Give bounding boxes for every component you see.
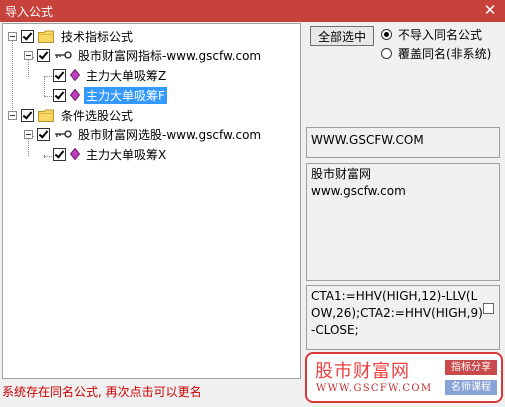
formula-panel: CTA1:=HHV(HIGH,12)-LLV(LOW,26);CTA2:=HHV… <box>306 285 500 350</box>
tree-node-gscfw-indicator[interactable]: 股市财富网指标-www.gscfw.com <box>24 46 263 64</box>
collapse-icon[interactable] <box>24 129 33 139</box>
logo-name: 股市财富网 <box>315 361 410 382</box>
window-title: 导入公式 <box>5 5 54 19</box>
tree-label-stock-selection: 条件选股公式 <box>61 108 134 123</box>
description-panel: 股市财富网 www.gscfw.com <box>306 163 500 281</box>
tree-label-formula-z: 主力大单吸筹Z <box>86 68 167 83</box>
checkbox-formula-z[interactable] <box>53 68 66 82</box>
tree-label-formula-f: 主力大单吸筹F <box>84 86 167 104</box>
description-line-1: 股市财富网 <box>311 167 372 181</box>
formula-tree[interactable]: 技术指标公式 股市财富网指标-www.gscfw.com 主力大单吸筹Z 主力大… <box>2 23 301 379</box>
checkbox-formula-f[interactable] <box>53 88 66 102</box>
formula-icon <box>70 148 80 160</box>
tree-label-tech-indicator: 技术指标公式 <box>61 29 134 44</box>
site-text: WWW.GSCFW.COM <box>311 133 424 147</box>
logo-tag-teacher-course: 名师课程 <box>445 380 497 395</box>
logo-url: WWW.GSCFW.COM <box>316 383 433 394</box>
checkbox-gscfw-selection[interactable] <box>37 127 50 141</box>
formula-checkbox[interactable] <box>483 303 494 314</box>
checkbox-tech-indicator[interactable] <box>21 29 34 43</box>
collapse-icon[interactable] <box>8 110 17 120</box>
formula-icon <box>70 69 80 81</box>
formula-icon <box>70 89 80 101</box>
description-line-2: www.gscfw.com <box>311 184 406 198</box>
key-icon <box>55 130 72 138</box>
key-icon <box>55 51 72 59</box>
checkbox-stock-selection[interactable] <box>21 108 34 122</box>
radio-no-import[interactable]: 不导入同名公式 <box>381 26 482 43</box>
tree-node-formula-f[interactable]: 主力大单吸筹F <box>53 86 167 104</box>
tree-label-gscfw-indicator: 股市财富网指标-www.gscfw.com <box>78 48 262 63</box>
title-bar[interactable]: 导入公式 ✕ <box>0 0 505 22</box>
collapse-icon[interactable] <box>24 50 33 60</box>
radio-no-import-circle[interactable] <box>381 29 392 40</box>
checkbox-gscfw-indicator[interactable] <box>37 48 50 62</box>
radio-overwrite-circle[interactable] <box>381 48 392 59</box>
radio-overwrite[interactable]: 覆盖同名(非系统) <box>381 45 491 62</box>
tree-label-gscfw-selection: 股市财富网选股-www.gscfw.com <box>78 127 262 142</box>
formula-text: CTA1:=HHV(HIGH,12)-LLV(LOW,26);CTA2:=HHV… <box>311 289 483 337</box>
site-panel: WWW.GSCFW.COM <box>306 127 500 158</box>
tree-node-tech-indicator[interactable]: 技术指标公式 <box>8 27 135 45</box>
folder-icon <box>38 30 54 43</box>
import-formula-dialog: 导入公式 ✕ 技术指标公式 股市财富网指标-www.gscfw.com 主力大单… <box>0 0 505 407</box>
radio-overwrite-label: 覆盖同名(非系统) <box>398 47 492 61</box>
collapse-icon[interactable] <box>8 31 17 41</box>
close-icon[interactable]: ✕ <box>481 1 499 19</box>
logo-tag-indicator-share: 指标分享 <box>445 360 497 375</box>
folder-icon <box>38 109 54 122</box>
status-message: 系统存在同名公式, 再次点击可以更名 <box>2 385 202 399</box>
checkbox-formula-x[interactable] <box>53 147 66 161</box>
tree-node-formula-z[interactable]: 主力大单吸筹Z <box>53 66 168 84</box>
tree-node-stock-selection[interactable]: 条件选股公式 <box>8 106 135 124</box>
tree-label-formula-x: 主力大单吸筹X <box>86 147 167 162</box>
radio-no-import-label: 不导入同名公式 <box>398 28 483 42</box>
tree-node-formula-x[interactable]: 主力大单吸筹X <box>53 145 168 163</box>
site-logo: 股市财富网 WWW.GSCFW.COM 指标分享 名师课程 <box>305 352 503 403</box>
tree-node-gscfw-selection[interactable]: 股市财富网选股-www.gscfw.com <box>24 125 263 143</box>
select-all-button[interactable]: 全部选中 <box>310 26 374 46</box>
